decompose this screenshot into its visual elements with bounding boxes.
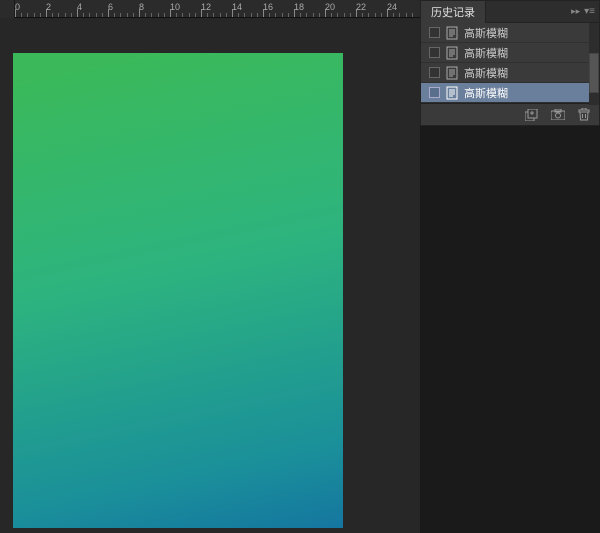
panel-tab-bar: 历史记录 ▸▸ ▾≡ [421,1,599,23]
ruler-ticks: 024681012141618202224 [15,0,420,17]
document-icon [445,26,459,40]
history-state-item[interactable]: 高斯模糊 [421,43,599,63]
history-state-item[interactable]: 高斯模糊 [421,63,599,83]
ruler-tick-label: 6 [108,2,113,12]
ruler-tick-label: 0 [15,2,20,12]
scrollbar-vertical[interactable] [589,23,599,105]
document-icon [445,46,459,60]
panel-controls: ▸▸ ▾≡ [571,6,595,17]
history-state-label: 高斯模糊 [464,25,508,41]
history-visibility-toggle[interactable] [429,47,440,58]
ruler-tick-label: 8 [139,2,144,12]
history-states-list: 高斯模糊高斯模糊高斯模糊高斯模糊 [421,23,599,103]
tab-history[interactable]: 历史记录 [421,1,486,23]
document-icon [445,66,459,80]
snapshot-icon[interactable] [551,108,565,122]
ruler-tick-label: 14 [232,2,242,12]
ruler-tick-label: 18 [294,2,304,12]
new-document-from-state-icon[interactable] [525,108,539,122]
document-canvas[interactable] [13,53,343,528]
ruler-tick-label: 10 [170,2,180,12]
scrollbar-thumb[interactable] [589,53,599,93]
ruler-tick-label: 20 [325,2,335,12]
ruler-tick-label: 24 [387,2,397,12]
ruler-tick-label: 16 [263,2,273,12]
ruler-corner [0,0,15,18]
panel-footer [421,103,599,125]
history-visibility-toggle[interactable] [429,27,440,38]
delete-icon[interactable] [577,108,591,122]
document-icon [445,86,459,100]
canvas-workspace [0,18,420,533]
history-state-label: 高斯模糊 [464,65,508,81]
ruler-horizontal: 024681012141618202224 [0,0,420,18]
ruler-tick-label: 4 [77,2,82,12]
history-state-label: 高斯模糊 [464,85,508,101]
history-state-item[interactable]: 高斯模糊 [421,83,599,103]
panel-menu-icon[interactable]: ▾≡ [584,6,595,17]
history-state-label: 高斯模糊 [464,45,508,61]
ruler-tick-label: 2 [46,2,51,12]
ruler-tick-label: 12 [201,2,211,12]
ruler-tick-label: 22 [356,2,366,12]
history-visibility-toggle[interactable] [429,67,440,78]
collapse-icon[interactable]: ▸▸ [571,6,580,17]
history-state-item[interactable]: 高斯模糊 [421,23,599,43]
history-panel: 历史记录 ▸▸ ▾≡ 高斯模糊高斯模糊高斯模糊高斯模糊 [420,0,600,126]
history-visibility-toggle[interactable] [429,87,440,98]
